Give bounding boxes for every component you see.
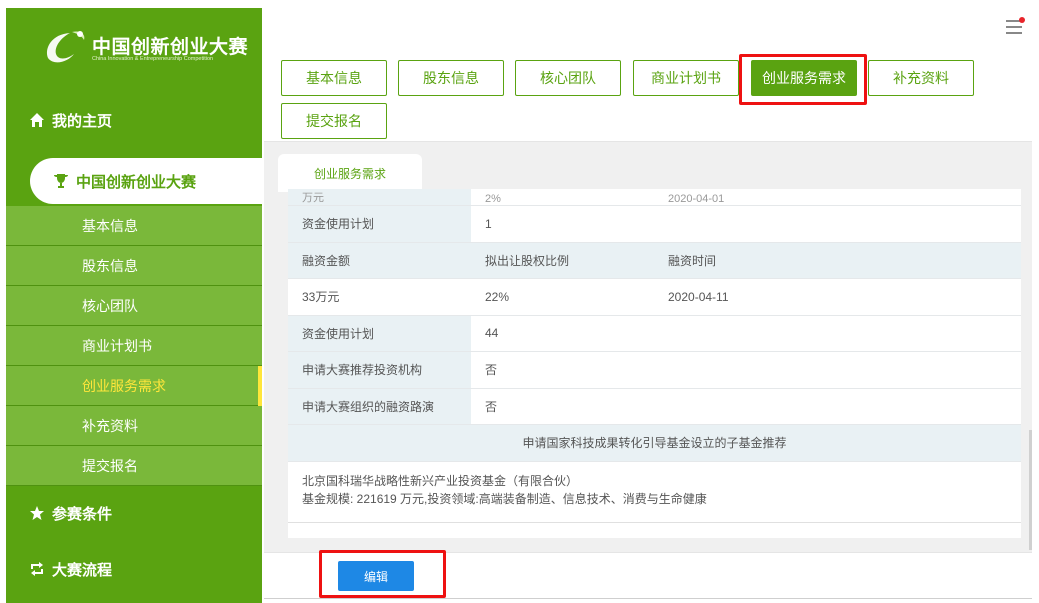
sidebar-item-label: 基本信息 (82, 217, 138, 234)
nav-contest[interactable]: 中国创新创业大赛 (30, 158, 262, 204)
funds-plan-value: 1 (471, 205, 1021, 243)
tab-core-team[interactable]: 核心团队 (515, 60, 621, 96)
sidebar-item-label: 提交报名 (82, 457, 138, 474)
fund-recommendation: 北京国科瑞华战略性新兴产业投资基金（有限合伙） 基金规模: 221619 万元,… (288, 462, 1021, 523)
logo-title: 中国创新创业大赛 (92, 37, 249, 58)
tab-shareholders[interactable]: 股东信息 (398, 60, 504, 96)
header-financing-amount: 融资金额 (288, 242, 471, 279)
header-equity-ratio: 拟出让股权比例 (471, 242, 654, 279)
sidebar-item-label: 股东信息 (82, 257, 138, 274)
nav-conditions[interactable]: 参赛条件 (6, 493, 262, 533)
table-row: 申请大赛推荐投资机构 否 (288, 351, 1021, 389)
recommend-investor-label: 申请大赛推荐投资机构 (288, 351, 471, 389)
divider (264, 598, 1032, 599)
fund-section-title: 申请国家科技成果转化引导基金设立的子基金推荐 (288, 424, 1021, 462)
sidebar-item-service-needs[interactable]: 创业服务需求 (6, 366, 262, 406)
table-row: 申请大赛组织的融资路演 否 (288, 388, 1021, 425)
sidebar-item-label: 补充资料 (82, 417, 138, 434)
trophy-icon (52, 172, 70, 190)
table-row: 资金使用计划 44 (288, 315, 1021, 352)
sidebar-item-label: 核心团队 (82, 297, 138, 314)
tab-supplement[interactable]: 补充资料 (868, 60, 974, 96)
edit-button[interactable]: 编辑 (338, 561, 414, 591)
table-row: 资金使用计划 1 (288, 205, 1021, 243)
panel-tab-service-needs[interactable]: 创业服务需求 (278, 154, 422, 192)
sidebar-item-submit[interactable]: 提交报名 (6, 446, 262, 486)
table-cell: 2020-04-01 (654, 189, 1021, 206)
menu-toggle-icon[interactable] (1006, 17, 1025, 36)
table-row: 申请国家科技成果转化引导基金设立的子基金推荐 (288, 424, 1021, 462)
sidebar-item-label: 商业计划书 (82, 337, 152, 354)
table-row: 33万元 22% 2020-04-11 (288, 278, 1021, 316)
nav-process[interactable]: 大赛流程 (6, 549, 262, 589)
nav-home[interactable]: 我的主页 (6, 100, 262, 140)
process-flow-icon (28, 560, 46, 578)
table-cell: 2% (471, 189, 654, 206)
sidebar-item-business-plan[interactable]: 商业计划书 (6, 326, 262, 366)
sidebar-item-core-team[interactable]: 核心团队 (6, 286, 262, 326)
recommend-investor-value: 否 (471, 351, 1021, 389)
sidebar-item-label: 创业服务需求 (82, 377, 166, 394)
scrollbar[interactable] (1029, 430, 1032, 550)
sidebar-item-supplement[interactable]: 补充资料 (6, 406, 262, 446)
financing-date-value: 2020-04-11 (654, 278, 1021, 316)
equity-ratio-value: 22% (471, 278, 654, 316)
logo-subtitle: China Innovation & Entrepreneurship Comp… (92, 56, 214, 62)
table-row: 万元 2% 2020-04-01 (288, 189, 1021, 206)
nav-contest-label: 中国创新创业大赛 (76, 173, 197, 191)
notification-dot (1019, 17, 1025, 23)
tab-business-plan[interactable]: 商业计划书 (633, 60, 739, 96)
fund-detail: 基金规模: 221619 万元,投资领域:高端装备制造、信息技术、消费与生命健康 (302, 491, 707, 506)
content-panel: 创业服务需求 万元 2% 2020-04-01 资金使用计划 1 融资金额 拟出… (264, 142, 1032, 552)
funds-plan-label: 资金使用计划 (288, 315, 471, 352)
nav-conditions-label: 参赛条件 (52, 505, 113, 523)
table-cell: 万元 (288, 189, 471, 206)
funds-plan-label: 资金使用计划 (288, 205, 471, 243)
nav-process-label: 大赛流程 (52, 561, 113, 579)
table-header-row: 融资金额 拟出让股权比例 融资时间 (288, 242, 1021, 279)
logo-swoosh-icon (46, 31, 85, 63)
sidebar-submenu: 基本信息 股东信息 核心团队 商业计划书 创业服务需求 补充资料 提交报名 (6, 206, 262, 486)
service-needs-table: 万元 2% 2020-04-01 资金使用计划 1 融资金额 拟出让股权比例 融… (288, 189, 1021, 538)
sidebar: 中国创新创业大赛 China Innovation & Entrepreneur… (6, 8, 262, 603)
roadshow-label: 申请大赛组织的融资路演 (288, 388, 471, 425)
funds-plan-value: 44 (471, 315, 1021, 352)
tab-submit[interactable]: 提交报名 (281, 103, 387, 139)
logo: 中国创新创业大赛 China Innovation & Entrepreneur… (42, 28, 252, 74)
sidebar-item-basic-info[interactable]: 基本信息 (6, 206, 262, 246)
tab-basic-info[interactable]: 基本信息 (281, 60, 387, 96)
tab-service-needs[interactable]: 创业服务需求 (751, 60, 857, 96)
footer-bar: 编辑 (264, 552, 1032, 598)
fund-name: 北京国科瑞华战略性新兴产业投资基金（有限合伙） (302, 473, 579, 488)
roadshow-value: 否 (471, 388, 1021, 425)
financing-amount-value: 33万元 (288, 278, 471, 316)
home-icon (28, 111, 46, 129)
header-financing-date: 融资时间 (654, 242, 1021, 279)
star-icon (28, 504, 46, 522)
sidebar-item-shareholders[interactable]: 股东信息 (6, 246, 262, 286)
nav-home-label: 我的主页 (52, 112, 113, 130)
